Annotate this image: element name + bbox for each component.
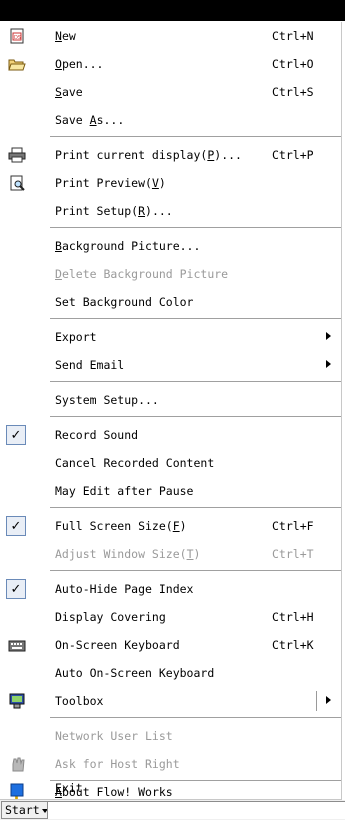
- menu-item-send-email[interactable]: Send Email: [0, 351, 341, 379]
- menu-item-delete-background-picture: Delete Background Picture: [55, 267, 229, 281]
- menu-item-exit[interactable]: Exit: [0, 777, 341, 799]
- menu-item-new[interactable]: DS New Ctrl+N: [0, 22, 341, 50]
- menu-item-network-user-list: Network User List: [55, 729, 173, 743]
- open-folder-icon: [8, 55, 26, 73]
- menu-item-system-setup[interactable]: System Setup...: [0, 386, 341, 414]
- file-menu: DS New Ctrl+N Open... Ctrl+O Save Ctrl+S…: [0, 22, 342, 802]
- menu-item-auto-hide-page-index[interactable]: ✓ Auto-Hide Page Index: [0, 575, 341, 603]
- menu-item-export[interactable]: Export: [0, 323, 341, 351]
- menu-item-cancel-recorded-content[interactable]: Cancel Recorded Content: [0, 449, 341, 477]
- keyboard-icon: [8, 636, 26, 654]
- menu-separator: [50, 318, 341, 319]
- menu-item-ask-for-host-right: Ask for Host Right: [0, 750, 341, 778]
- menu-item-may-edit-after-pause[interactable]: May Edit after Pause: [0, 477, 341, 505]
- hand-icon: [8, 755, 26, 773]
- start-field[interactable]: [47, 801, 345, 819]
- start-button[interactable]: Start: [1, 801, 52, 819]
- shortcut-label: Ctrl+O: [272, 57, 314, 71]
- submenu-arrow-icon: [326, 332, 331, 340]
- submenu-arrow-icon: [326, 696, 331, 704]
- menu-item-save[interactable]: Save Ctrl+S: [0, 78, 341, 106]
- shortcut-label: Ctrl+N: [272, 29, 314, 43]
- menu-item-print-current-display[interactable]: Print current display(P)... Ctrl+P: [0, 141, 341, 169]
- menu-item-record-sound[interactable]: ✓ Record Sound: [0, 421, 341, 449]
- checkmark-icon: ✓: [6, 425, 26, 445]
- new-document-icon: DS: [8, 27, 26, 45]
- menu-item-print-preview[interactable]: Print Preview(V): [0, 169, 341, 197]
- menu-item-save-as[interactable]: Save As...: [0, 106, 341, 134]
- menu-item-toolbox[interactable]: Toolbox: [0, 687, 341, 715]
- submenu-divider: [316, 691, 317, 711]
- menu-item-print-setup[interactable]: Print Setup(R)...: [0, 197, 341, 225]
- printer-icon: [8, 146, 26, 164]
- print-preview-icon: [8, 174, 26, 192]
- checkmark-icon: ✓: [6, 579, 26, 599]
- submenu-arrow-icon: [326, 360, 331, 368]
- menu-separator: [50, 717, 341, 718]
- menu-item-on-screen-keyboard[interactable]: On-Screen Keyboard Ctrl+K: [0, 631, 341, 659]
- shortcut-label: Ctrl+F: [272, 519, 314, 533]
- shortcut-label: Ctrl+S: [272, 85, 314, 99]
- svg-text:DS: DS: [14, 35, 21, 41]
- menu-item-adjust-window-size: Adjust Window Size(T) Ctrl+T: [55, 547, 314, 561]
- menu-item-auto-on-screen-keyboard[interactable]: Auto On-Screen Keyboard: [0, 659, 341, 687]
- shortcut-label: Ctrl+K: [272, 638, 314, 652]
- menu-item-background-picture[interactable]: Background Picture...: [0, 232, 341, 260]
- exit-icon: [8, 781, 26, 799]
- menu-separator: [50, 416, 341, 417]
- start-bar: Start: [0, 800, 345, 820]
- shortcut-label: Ctrl+T: [272, 547, 314, 561]
- menu-separator: [50, 381, 341, 382]
- menu-item-display-covering[interactable]: Display Covering Ctrl+H: [0, 603, 341, 631]
- menu-item-set-background-color[interactable]: Set Background Color: [0, 288, 341, 316]
- menu-item-open[interactable]: Open... Ctrl+O: [0, 50, 341, 78]
- checkmark-icon: ✓: [6, 516, 26, 536]
- shortcut-label: Ctrl+H: [272, 610, 314, 624]
- menu-separator: [50, 227, 341, 228]
- shortcut-label: Ctrl+P: [272, 148, 314, 162]
- menu-separator: [50, 136, 341, 137]
- toolbox-icon: [8, 692, 26, 710]
- menu-separator: [50, 507, 341, 508]
- menu-separator: [50, 570, 341, 571]
- window-title-bar: [0, 0, 345, 21]
- menu-item-full-screen-size[interactable]: ✓ Full Screen Size(F) Ctrl+F: [0, 512, 341, 540]
